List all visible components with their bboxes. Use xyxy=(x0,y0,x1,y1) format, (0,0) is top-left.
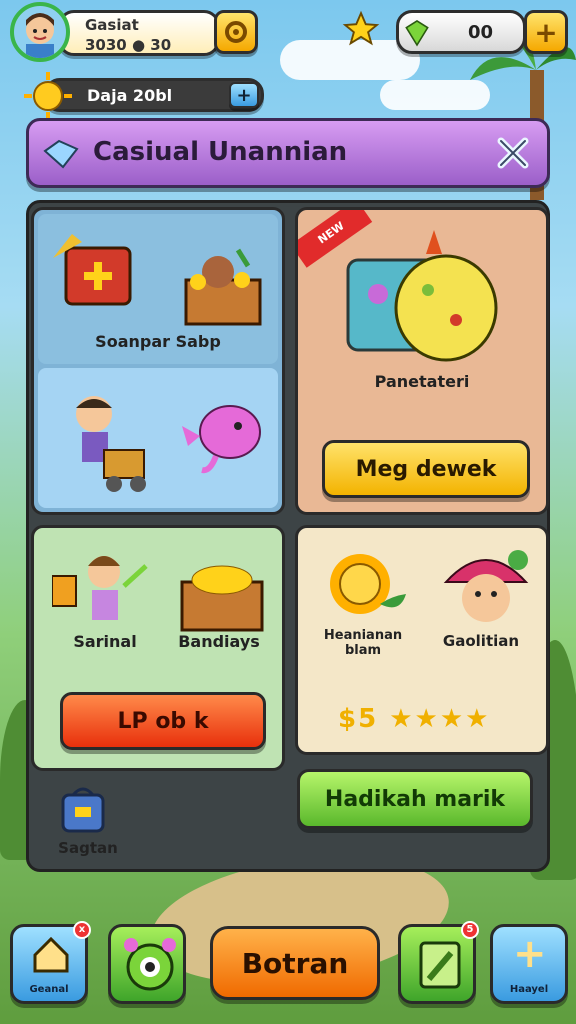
title-bar: Casiual Unannian xyxy=(26,118,550,188)
button-label: Meg dewek xyxy=(355,456,497,482)
card-label-left: Sarinal xyxy=(73,632,137,651)
claim-reward-button[interactable]: Hadikah marik xyxy=(297,769,533,829)
gold-crate-icon xyxy=(180,565,264,632)
player-coins: 3030 ● 30 xyxy=(85,36,172,54)
coin-bar-text: Daja 20bl xyxy=(87,86,173,105)
sun-flower-icon xyxy=(330,554,406,614)
notification-badge: 5 xyxy=(461,921,479,939)
card-label-left: Heanianan blam xyxy=(323,628,403,658)
treasure-book-icon xyxy=(53,234,132,306)
reward-stars: $5 ★★★★ xyxy=(338,704,491,734)
player-name: Gasiat xyxy=(85,16,139,34)
buy-featured-button[interactable]: Meg dewek xyxy=(322,440,530,498)
notification-badge: x xyxy=(73,921,91,939)
settings-button[interactable] xyxy=(214,10,258,54)
close-button[interactable] xyxy=(493,133,533,173)
shop-card-rewards[interactable]: Heanianan blam Gaolitian $5 ★★★★ xyxy=(295,525,549,755)
nav-label: Haayel xyxy=(509,984,549,995)
treasure-crate-icon xyxy=(184,248,262,326)
card-label-right: Bandiays xyxy=(178,632,260,651)
plus-icon: + xyxy=(534,15,558,49)
player-name-panel: Gasiat 3030 ● 30 xyxy=(58,10,220,56)
shop-card-bundle[interactable]: Sarinal Bandiays LP ob k xyxy=(31,525,285,771)
house-icon xyxy=(33,936,69,973)
shop-panel: Soanpar Sabp NEW Panetateri Meg dewek Sa… xyxy=(26,200,550,872)
nav-edit-button[interactable]: 5 xyxy=(398,921,479,1004)
gem-amount: 00 xyxy=(467,22,493,43)
backpack-icon[interactable] xyxy=(55,781,111,837)
plus-icon: + xyxy=(513,931,547,977)
avatar-face-icon xyxy=(26,13,54,58)
nav-pet-button[interactable] xyxy=(108,924,186,1004)
farmer-character-icon xyxy=(76,396,146,492)
bag-label: Sagtan xyxy=(58,839,118,857)
shop-card-featured[interactable]: NEW Panetateri Meg dewek xyxy=(295,207,549,515)
gear-icon xyxy=(225,21,247,43)
gem-icon xyxy=(405,20,429,47)
card-label: Panetateri xyxy=(374,372,470,391)
button-label: LP ob k xyxy=(117,708,209,734)
card-bottom-section xyxy=(38,368,278,508)
page-title: Casiual Unannian xyxy=(93,137,348,167)
nav-label: Geanal xyxy=(29,984,69,995)
add-coins-button[interactable]: + xyxy=(229,82,259,108)
avatar[interactable] xyxy=(10,2,70,62)
button-label: Hadikah marik xyxy=(324,786,506,812)
coin-bar: Daja 20bl + xyxy=(44,78,264,112)
plus-icon: + xyxy=(236,84,252,106)
card-label: Soanpar Sabp xyxy=(95,332,221,351)
gift-box-icon xyxy=(346,230,498,362)
close-icon xyxy=(497,137,529,169)
mushroom-creature-icon xyxy=(443,550,529,622)
pencil-icon xyxy=(419,941,461,989)
pink-creature-icon xyxy=(182,405,261,474)
main-action-button[interactable]: Botran xyxy=(210,926,380,1000)
nav-home-button[interactable]: x Geanal xyxy=(10,921,91,1004)
kid-character-icon xyxy=(52,556,148,620)
sun-coin-icon xyxy=(24,72,72,120)
buy-bundle-button[interactable]: LP ob k xyxy=(60,692,266,750)
card-top-section: Soanpar Sabp xyxy=(38,214,278,364)
button-label: Botran xyxy=(241,946,349,980)
shop-card-supplies[interactable]: Soanpar Sabp xyxy=(31,207,285,515)
card-label-right: Gaolitian xyxy=(442,632,520,650)
add-gems-button[interactable]: + xyxy=(524,10,568,54)
gem-counter: 00 xyxy=(396,10,526,54)
nav-add-button[interactable]: + Haayel xyxy=(490,924,568,1004)
star-icon[interactable] xyxy=(342,10,380,48)
pet-creature-icon xyxy=(124,938,176,991)
gem-icon xyxy=(43,139,79,169)
